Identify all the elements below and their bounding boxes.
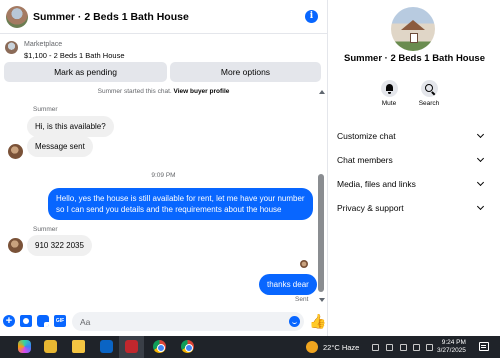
bell-icon[interactable] (380, 80, 398, 97)
search-label: Search (418, 100, 440, 107)
wifi-icon[interactable] (400, 344, 407, 351)
chat-details-panel: Summer · 2 Beds 1 Bath House Mute Search… (329, 0, 500, 336)
contact-photo[interactable] (391, 7, 435, 51)
listing-title[interactable]: $1,100 - 2 Beds 1 Bath House (24, 51, 125, 60)
system-clock[interactable]: 9:24 PM 3/27/2025 (437, 339, 466, 355)
chevron-down-icon (476, 154, 485, 163)
sender-name: Summer (33, 106, 58, 113)
chrome-icon[interactable] (153, 340, 166, 353)
menu-privacy-support[interactable]: Privacy & support (329, 196, 500, 220)
menu-chat-members[interactable]: Chat members (329, 148, 500, 172)
system-note: Summer started this chat. View buyer pro… (0, 88, 327, 95)
listing-source: Marketplace (24, 41, 63, 48)
menu-label: Chat members (337, 155, 393, 165)
sender-avatar[interactable] (8, 144, 23, 159)
menu-customize-chat[interactable]: Customize chat (329, 124, 500, 148)
outgoing-message[interactable]: Hello, yes the house is still available … (48, 188, 313, 220)
scroll-up-arrow[interactable] (319, 90, 325, 94)
battery-icon[interactable] (426, 344, 433, 351)
notification-icon[interactable] (479, 342, 489, 351)
like-icon[interactable]: 👍 (309, 313, 326, 329)
menu-label: Media, files and links (337, 179, 416, 189)
sender-avatar[interactable] (8, 238, 23, 253)
menu-media-files-links[interactable]: Media, files and links (329, 172, 500, 196)
volume-icon[interactable] (413, 344, 420, 351)
message-timestamp: 9:09 PM (151, 172, 176, 179)
scrollbar-thumb[interactable] (318, 174, 324, 292)
seen-avatar (300, 260, 308, 268)
chat-title[interactable]: Summer · 2 Beds 1 Bath House (33, 11, 189, 23)
scroll-down-arrow[interactable] (319, 298, 325, 302)
chat-header: Summer · 2 Beds 1 Bath House i (0, 0, 327, 34)
chat-avatar[interactable] (6, 6, 28, 28)
system-note-text: Summer started this chat. (97, 88, 172, 95)
mute-action[interactable]: Mute (372, 80, 406, 107)
message-input[interactable] (72, 312, 272, 332)
tray-overflow-icon[interactable] (372, 344, 379, 351)
info-icon[interactable]: i (305, 10, 318, 23)
chevron-down-icon (476, 130, 485, 139)
message-input-box[interactable] (72, 312, 304, 332)
chevron-down-icon (476, 202, 485, 211)
search-icon[interactable] (420, 80, 438, 97)
plus-icon[interactable]: + (3, 315, 15, 327)
outlook-icon[interactable] (100, 340, 113, 353)
menu-label: Privacy & support (337, 203, 404, 213)
mute-label: Mute (381, 100, 397, 107)
incoming-message[interactable]: 910 322 2035 (27, 235, 92, 256)
composer: + GIF 👍 (0, 308, 327, 336)
store-icon[interactable] (44, 340, 57, 353)
message-list: Summer started this chat. View buyer pro… (0, 86, 327, 308)
mark-pending-button[interactable]: Mark as pending (4, 62, 167, 82)
contact-name: Summer · 2 Beds 1 Bath House (344, 53, 485, 64)
clock-time: 9:24 PM (441, 339, 466, 346)
menu-label: Customize chat (337, 131, 396, 141)
view-buyer-profile-link[interactable]: View buyer profile (174, 88, 230, 95)
incoming-message[interactable]: Hi, is this available? (27, 116, 114, 137)
search-action[interactable]: Search (412, 80, 446, 107)
emoji-icon[interactable] (289, 316, 300, 327)
tray-app-icon[interactable] (386, 344, 393, 351)
weather-text[interactable]: 22°C Haze (323, 343, 359, 352)
app-icon[interactable] (125, 340, 138, 353)
copilot-icon[interactable] (18, 340, 31, 353)
more-options-button[interactable]: More options (170, 62, 321, 82)
file-explorer-icon[interactable] (72, 340, 85, 353)
gif-icon[interactable]: GIF (54, 315, 66, 327)
clock-date: 3/27/2025 (437, 347, 466, 354)
listing-thumbnail[interactable] (5, 41, 18, 54)
camera-icon[interactable] (20, 315, 32, 327)
sticker-icon[interactable] (37, 315, 49, 327)
outgoing-message[interactable]: thanks dear (259, 274, 317, 295)
chrome-profile-icon[interactable] (181, 340, 194, 353)
incoming-message[interactable]: Message sent (27, 136, 93, 157)
delivery-status: Sent (295, 296, 309, 303)
taskbar: 22°C Haze 9:24 PM 3/27/2025 (0, 336, 500, 358)
chat-pane: Summer · 2 Beds 1 Bath House i Marketpla… (0, 0, 328, 336)
weather-icon[interactable] (306, 341, 318, 353)
sender-name: Summer (33, 226, 58, 233)
chevron-down-icon (476, 178, 485, 187)
